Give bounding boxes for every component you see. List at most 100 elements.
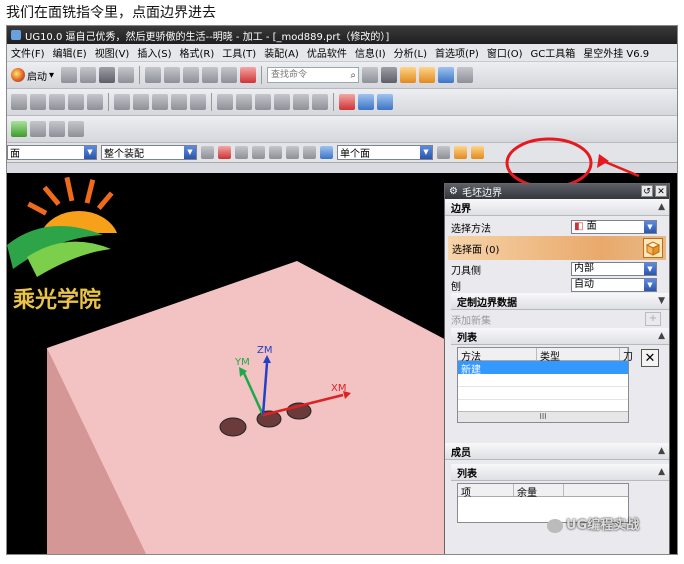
wechat-icon — [547, 518, 563, 533]
layer-icon[interactable] — [419, 67, 436, 83]
generate-path-icon[interactable] — [114, 94, 130, 110]
fit-view-icon[interactable] — [362, 67, 379, 83]
face-boundary-icon[interactable] — [437, 146, 450, 159]
paste-object-icon[interactable] — [274, 94, 290, 110]
method-icon[interactable] — [87, 94, 103, 110]
title-bar: UG10.0 逼自己优秀，然后更骄傲的生活--明晓 - 加工 - [_mod88… — [7, 26, 677, 44]
check-icon[interactable] — [11, 121, 27, 137]
replay-icon[interactable] — [358, 94, 374, 110]
display-path-icon[interactable] — [339, 94, 355, 110]
menu-item[interactable]: 编辑(E) — [53, 45, 87, 60]
rename-icon[interactable] — [312, 94, 328, 110]
save-all-icon[interactable] — [118, 67, 135, 83]
delete-set-button[interactable]: ✕ — [641, 349, 659, 367]
snap-end-icon[interactable] — [235, 146, 248, 159]
viewport-background — [7, 348, 47, 554]
simulate-icon[interactable] — [377, 94, 393, 110]
render-style-icon[interactable] — [381, 67, 398, 83]
check-boundary-icon[interactable] — [471, 146, 484, 159]
add-set-button[interactable]: + — [645, 312, 661, 326]
verify-icon[interactable] — [133, 94, 149, 110]
analysis-icon[interactable] — [68, 121, 84, 137]
blank-boundary-icon[interactable] — [454, 146, 467, 159]
list-section-header[interactable]: 列表 ▲ — [451, 328, 669, 345]
background-icon[interactable] — [457, 67, 474, 83]
filter-icon[interactable] — [201, 146, 214, 159]
members-section-header[interactable]: 成员 ▲ — [445, 443, 669, 460]
save-icon[interactable] — [99, 67, 116, 83]
open-file-icon[interactable] — [80, 67, 97, 83]
menu-item[interactable]: 插入(S) — [137, 45, 171, 60]
cut-icon[interactable] — [145, 67, 162, 83]
point-icon[interactable] — [269, 146, 282, 159]
menu-item[interactable]: 视图(V) — [95, 45, 130, 60]
body-icon[interactable] — [320, 146, 333, 159]
menu-item[interactable]: 星空外挂 V6.9 — [583, 45, 649, 60]
shop-doc-icon[interactable] — [190, 94, 206, 110]
menu-item[interactable]: 信息(I) — [355, 45, 386, 60]
start-button[interactable]: 启动 ▾ — [11, 68, 54, 83]
gear-icon[interactable]: ⚙ — [449, 186, 458, 197]
new-file-icon[interactable] — [61, 67, 78, 83]
view-orient-icon[interactable] — [438, 67, 455, 83]
rect-select-icon[interactable] — [286, 146, 299, 159]
chevron-down-icon: ▾ — [49, 69, 55, 81]
watermark-text: UG编程实战 — [566, 518, 640, 533]
close-icon[interactable]: ✕ — [655, 185, 667, 197]
custom-boundary-header[interactable]: 定制边界数据 ▼ — [451, 293, 669, 310]
paste-icon[interactable] — [183, 67, 200, 83]
hole-1[interactable] — [219, 417, 247, 437]
menu-item[interactable]: 优品软件 — [307, 45, 347, 60]
boundary-section-label: 边界 — [451, 203, 471, 215]
delete-icon[interactable] — [202, 67, 219, 83]
select-face-cube-icon[interactable] — [643, 238, 663, 258]
chevron-up-icon: ▲ — [658, 202, 665, 212]
operation-icon[interactable] — [11, 94, 27, 110]
menu-item[interactable]: 格式(R) — [180, 45, 215, 60]
display-icon[interactable] — [400, 67, 417, 83]
menu-item[interactable]: GC工具箱 — [531, 45, 576, 60]
list-icon[interactable] — [152, 94, 168, 110]
select-face-row[interactable]: 选择面 (0) — [448, 236, 666, 260]
chevron-up-icon: ▲ — [658, 467, 665, 477]
toolbar-separator — [139, 66, 141, 84]
menu-item[interactable]: 文件(F) — [11, 45, 45, 60]
machine-icon[interactable] — [30, 121, 46, 137]
tool-icon[interactable] — [49, 94, 65, 110]
type-filter-select[interactable]: 面 ▼ — [7, 145, 97, 160]
part-icon[interactable] — [303, 146, 316, 159]
menu-item[interactable]: 窗口(O) — [487, 45, 523, 60]
tool-side-value: 内部 — [574, 263, 594, 274]
copy-object-icon[interactable] — [255, 94, 271, 110]
reset-icon[interactable]: ↺ — [641, 185, 653, 197]
boundary-list-table[interactable]: 方法 类型 刀 新建 III — [457, 347, 633, 423]
menu-item[interactable]: 工具(T) — [222, 45, 256, 60]
delete-object-icon[interactable] — [293, 94, 309, 110]
menu-item[interactable]: 装配(A) — [264, 45, 299, 60]
wcs-icon[interactable] — [240, 67, 257, 83]
plane-select[interactable]: 自动 ▼ — [571, 278, 657, 292]
tool-side-select[interactable]: 内部 ▼ — [571, 262, 657, 276]
members-list-header[interactable]: 列表 ▲ — [451, 464, 669, 481]
postprocess-icon[interactable] — [171, 94, 187, 110]
boundary-section-header[interactable]: 边界 ▲ — [445, 199, 669, 216]
command-search-input[interactable]: 查找命令 ⌕ — [267, 67, 360, 83]
horizontal-scrollbar[interactable]: III — [458, 411, 628, 422]
menu-item[interactable]: 分析(L) — [394, 45, 427, 60]
undo-icon[interactable] — [221, 67, 238, 83]
command-search-placeholder: 查找命令 — [271, 70, 308, 80]
selection-scope-select[interactable]: 整个装配 ▼ — [101, 145, 197, 160]
face-rule-select[interactable]: 单个面 ▼ — [337, 145, 433, 160]
select-method-select[interactable]: ◧ 面 ▼ — [571, 220, 657, 234]
geometry-icon[interactable] — [68, 94, 84, 110]
edit-object-icon[interactable] — [217, 94, 233, 110]
snap-mid-icon[interactable] — [252, 146, 265, 159]
copy-icon[interactable] — [164, 67, 181, 83]
feature-icon[interactable] — [49, 121, 65, 137]
snap-icon[interactable] — [218, 146, 231, 159]
menu-item[interactable]: 首选项(P) — [435, 45, 479, 60]
dialog-title: 毛坯边界 — [461, 188, 502, 199]
cut-object-icon[interactable] — [236, 94, 252, 110]
program-icon[interactable] — [30, 94, 46, 110]
list-section-label: 列表 — [457, 332, 477, 344]
